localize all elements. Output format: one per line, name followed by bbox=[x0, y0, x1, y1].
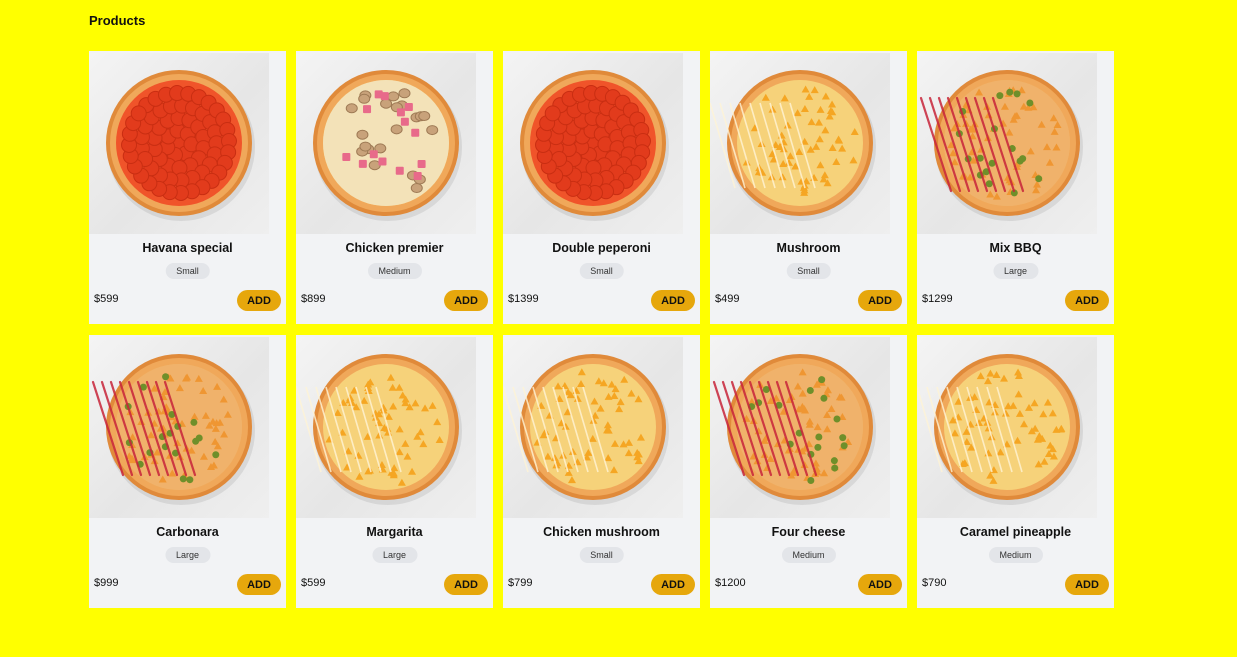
add-to-cart-button[interactable]: ADD bbox=[858, 290, 902, 311]
product-price: $999 bbox=[94, 577, 119, 589]
product-price: $1200 bbox=[715, 577, 746, 589]
product-card: Caramel pineapple Medium $790 ADD bbox=[917, 335, 1114, 608]
product-card: Double peperoni Small $1399 ADD bbox=[503, 51, 700, 324]
add-to-cart-button[interactable]: ADD bbox=[1065, 290, 1109, 311]
size-badge: Small bbox=[786, 263, 831, 279]
size-badge: Medium bbox=[988, 547, 1043, 563]
product-name: Chicken mushroom bbox=[543, 525, 660, 539]
product-name: Caramel pineapple bbox=[959, 525, 1072, 539]
product-price: $599 bbox=[301, 577, 326, 589]
product-image bbox=[89, 337, 269, 518]
product-name: Four cheese bbox=[771, 525, 846, 539]
product-card: Four cheese Medium $1200 ADD bbox=[710, 335, 907, 608]
product-name: Mix BBQ bbox=[989, 241, 1042, 255]
size-badge: Large bbox=[992, 263, 1039, 279]
product-name: Margarita bbox=[366, 525, 423, 539]
add-to-cart-button[interactable]: ADD bbox=[444, 290, 488, 311]
product-price: $799 bbox=[508, 577, 533, 589]
product-card: Mushroom Small $499 ADD bbox=[710, 51, 907, 324]
product-price: $499 bbox=[715, 293, 740, 305]
product-price: $1399 bbox=[508, 293, 539, 305]
add-to-cart-button[interactable]: ADD bbox=[237, 574, 281, 595]
add-to-cart-button[interactable]: ADD bbox=[444, 574, 488, 595]
product-name: Mushroom bbox=[776, 241, 841, 255]
size-badge: Large bbox=[164, 547, 211, 563]
size-badge: Small bbox=[579, 547, 624, 563]
product-image bbox=[710, 53, 890, 234]
add-to-cart-button[interactable]: ADD bbox=[858, 574, 902, 595]
add-to-cart-button[interactable]: ADD bbox=[651, 290, 695, 311]
product-name: Carbonara bbox=[156, 525, 219, 539]
size-badge: Small bbox=[579, 263, 624, 279]
product-card: Chicken premier Medium $899 ADD bbox=[296, 51, 493, 324]
product-image bbox=[917, 53, 1097, 234]
product-name: Double peperoni bbox=[552, 241, 651, 255]
product-image bbox=[296, 337, 476, 518]
add-to-cart-button[interactable]: ADD bbox=[237, 290, 281, 311]
product-price: $1299 bbox=[922, 293, 953, 305]
product-image bbox=[89, 53, 269, 234]
products-page: Products Havana special Small $599 ADD C… bbox=[0, 0, 1237, 657]
product-image bbox=[296, 53, 476, 234]
add-to-cart-button[interactable]: ADD bbox=[651, 574, 695, 595]
size-badge: Medium bbox=[781, 547, 836, 563]
product-image bbox=[917, 337, 1097, 518]
product-card: Mix BBQ Large $1299 ADD bbox=[917, 51, 1114, 324]
page-title: Products bbox=[89, 13, 146, 28]
product-card: Havana special Small $599 ADD bbox=[89, 51, 286, 324]
product-card: Carbonara Large $999 ADD bbox=[89, 335, 286, 608]
product-card: Chicken mushroom Small $799 ADD bbox=[503, 335, 700, 608]
product-image bbox=[503, 53, 683, 234]
product-card: Margarita Large $599 ADD bbox=[296, 335, 493, 608]
product-price: $899 bbox=[301, 293, 326, 305]
product-name: Chicken premier bbox=[345, 241, 444, 255]
size-badge: Large bbox=[371, 547, 418, 563]
product-price: $790 bbox=[922, 577, 947, 589]
product-image bbox=[710, 337, 890, 518]
add-to-cart-button[interactable]: ADD bbox=[1065, 574, 1109, 595]
product-grid: Havana special Small $599 ADD Chicken pr… bbox=[89, 51, 1114, 608]
size-badge: Medium bbox=[367, 263, 422, 279]
product-image bbox=[503, 337, 683, 518]
product-price: $599 bbox=[94, 293, 119, 305]
size-badge: Small bbox=[165, 263, 210, 279]
product-name: Havana special bbox=[142, 241, 233, 255]
